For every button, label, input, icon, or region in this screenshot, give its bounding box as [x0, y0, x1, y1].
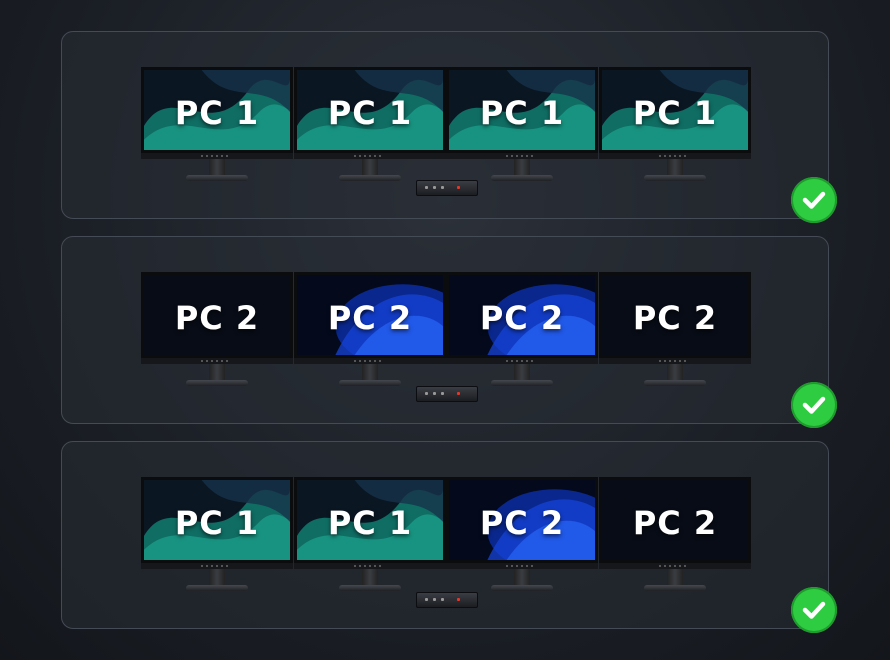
monitor-screen: PC 2	[599, 477, 751, 563]
monitor-screen: PC 2	[141, 272, 293, 358]
screen-label: PC 2	[632, 504, 718, 542]
screen-label: PC 2	[479, 504, 565, 542]
screen-label: PC 2	[479, 299, 565, 337]
screen-label: PC 1	[632, 94, 718, 132]
screen-label: PC 1	[327, 504, 413, 542]
screen-label: PC 1	[174, 94, 260, 132]
monitor-screen: PC 1	[294, 477, 446, 563]
setup-panel-2: PC 2 PC 2 PC 2 PC 2	[61, 236, 829, 424]
monitor-screen: PC 2	[599, 272, 751, 358]
screen-label: PC 1	[174, 504, 260, 542]
kvm-switch	[416, 386, 478, 402]
screen-label: PC 2	[174, 299, 260, 337]
screen-label: PC 2	[327, 299, 413, 337]
monitor-screen: PC 1	[294, 67, 446, 153]
checkmark-icon	[791, 177, 837, 223]
kvm-switch	[416, 592, 478, 608]
kvm-switch	[416, 180, 478, 196]
screen-label: PC 2	[632, 299, 718, 337]
monitor-screen: PC 1	[141, 67, 293, 153]
setup-panel-1: PC 1 PC 1 PC 1 PC 1	[61, 31, 829, 219]
checkmark-icon	[791, 587, 837, 633]
monitor-screen: PC 1	[141, 477, 293, 563]
setup-panel-3: PC 1 PC 1 PC 2 PC 2	[61, 441, 829, 629]
monitor-screen: PC 2	[294, 272, 446, 358]
screen-label: PC 1	[327, 94, 413, 132]
screen-label: PC 1	[479, 94, 565, 132]
checkmark-icon	[791, 382, 837, 428]
monitor-screen: PC 2	[446, 477, 598, 563]
monitor-screen: PC 1	[599, 67, 751, 153]
monitor-screen: PC 1	[446, 67, 598, 153]
monitor-screen: PC 2	[446, 272, 598, 358]
